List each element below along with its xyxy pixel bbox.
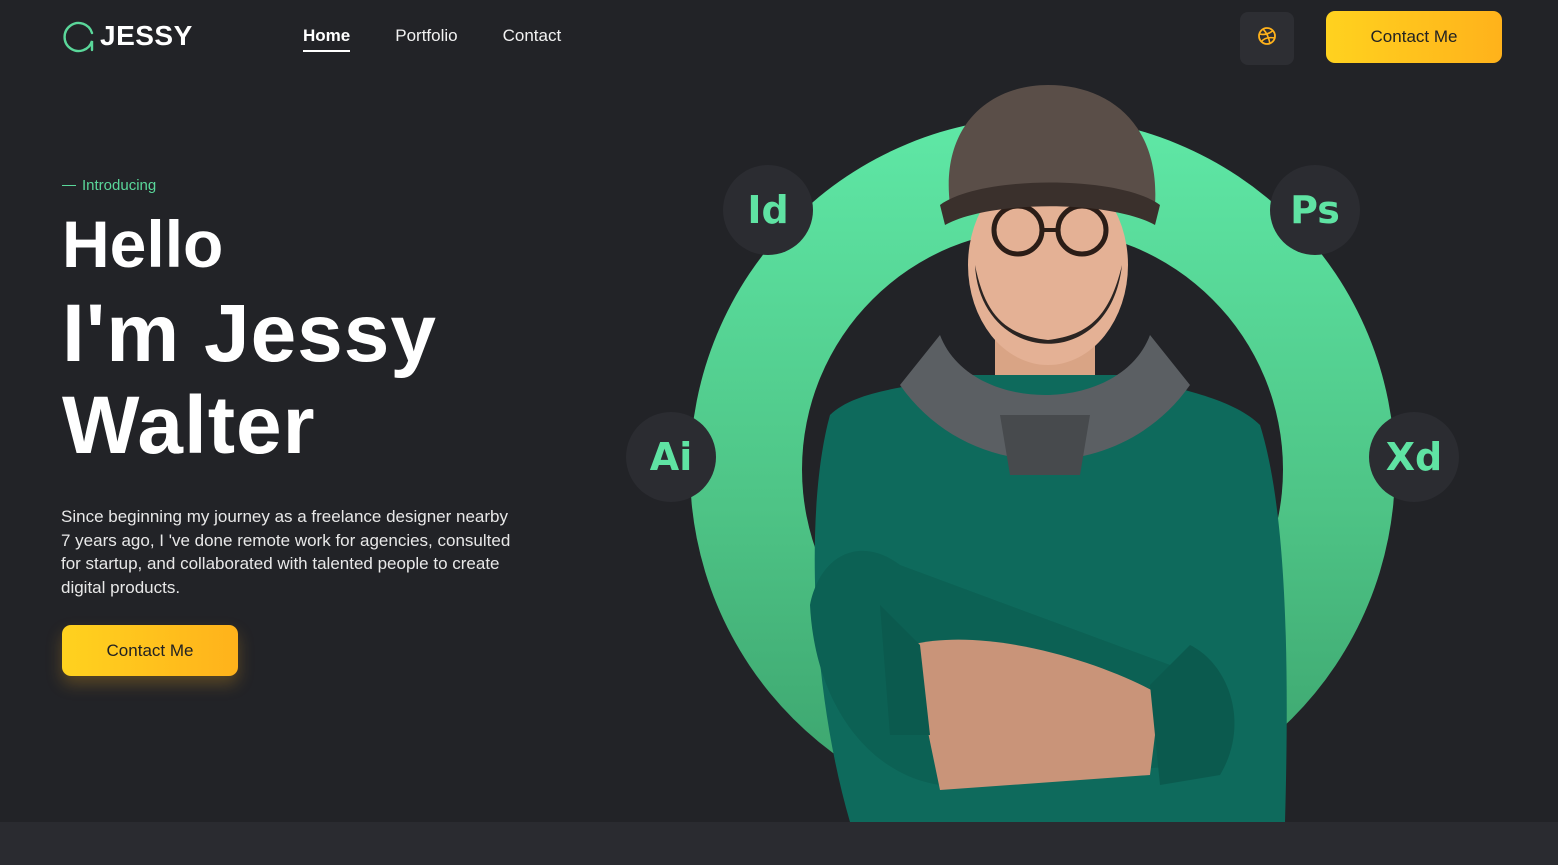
hero-description: Since beginning my journey as a freelanc… — [61, 507, 511, 597]
hero-contact-button[interactable]: Contact Me — [62, 625, 238, 676]
hero-greeting: Hello — [62, 207, 224, 281]
profile-photo — [790, 85, 1300, 822]
main-nav: Home Portfolio Contact — [303, 26, 561, 52]
tool-badge-photoshop: Ps — [1270, 165, 1360, 255]
kicker-text: Introducing — [82, 177, 157, 194]
hero-title-line2: Walter — [62, 380, 316, 471]
logo-g-icon — [62, 20, 94, 53]
intro-kicker: Introducing — [62, 177, 156, 194]
brand-logo[interactable]: JESSY — [62, 12, 193, 53]
dribbble-icon — [1257, 26, 1277, 51]
nav-item-contact[interactable]: Contact — [503, 26, 562, 52]
hero-title: I'm Jessy Walter — [62, 288, 582, 472]
tool-badge-indesign: Id — [723, 165, 813, 255]
dribbble-button[interactable] — [1240, 12, 1294, 65]
kicker-divider — [62, 185, 76, 186]
brand-name: JESSY — [100, 20, 193, 51]
nav-item-home[interactable]: Home — [303, 26, 351, 52]
tool-badge-illustrator: Ai — [626, 412, 716, 502]
tool-badge-xd: Xd — [1369, 412, 1459, 502]
hero-title-line1: I'm Jessy — [62, 288, 437, 379]
next-section-edge — [0, 822, 1558, 865]
nav-item-portfolio[interactable]: Portfolio — [395, 26, 457, 52]
header-contact-button[interactable]: Contact Me — [1326, 11, 1502, 63]
